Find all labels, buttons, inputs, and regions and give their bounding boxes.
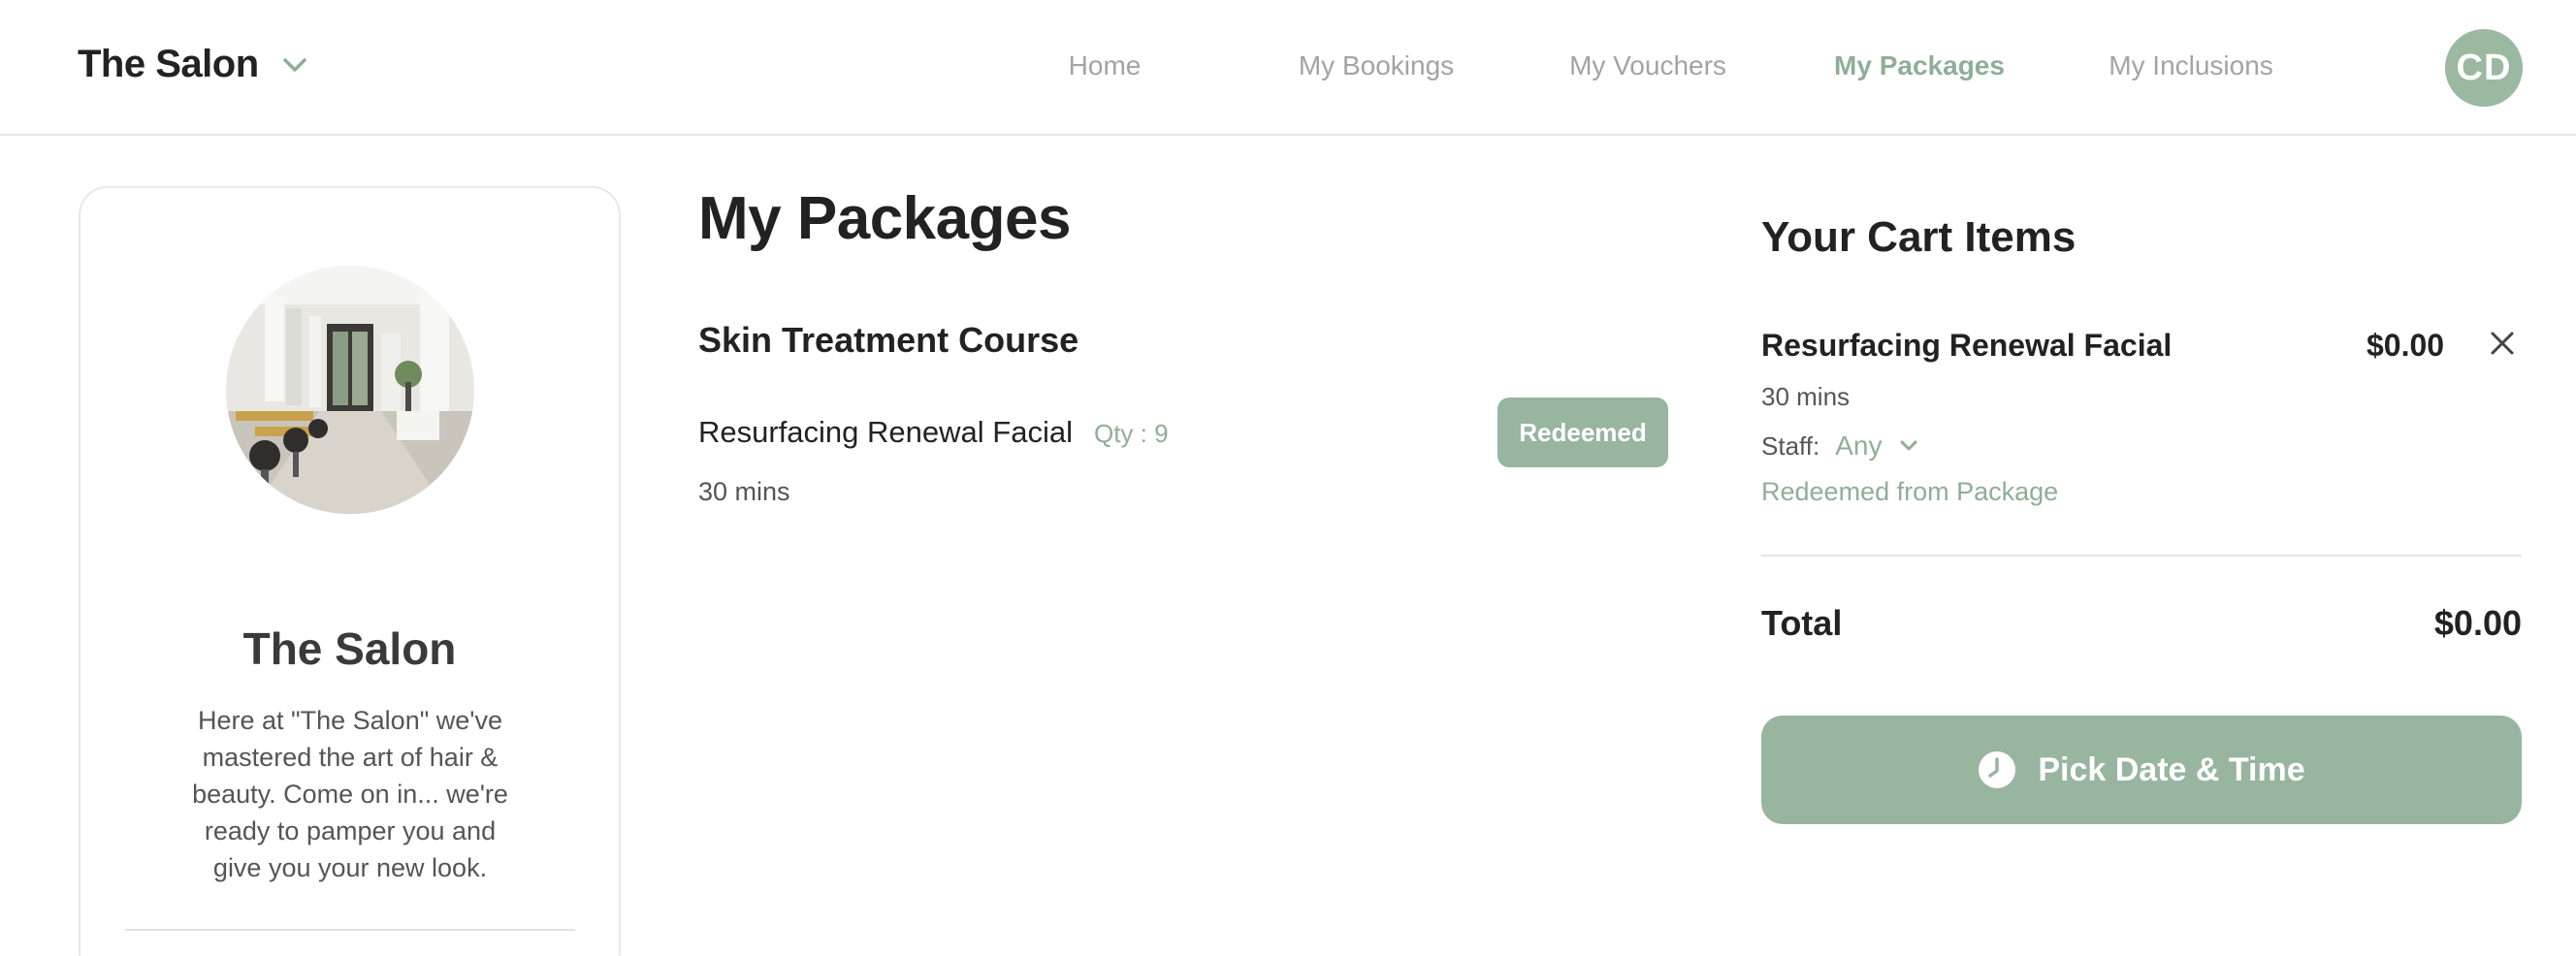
- staff-value: Any: [1835, 430, 1883, 461]
- package-item-name: Resurfacing Renewal Facial: [698, 415, 1073, 449]
- cart-item-duration: 30 mins: [1761, 382, 1851, 411]
- cart-item-name: Resurfacing Renewal Facial: [1761, 328, 2173, 363]
- redeemed-button[interactable]: Redeemed: [1497, 398, 1668, 467]
- nav-my-inclusions[interactable]: My Inclusions: [2109, 50, 2273, 81]
- nav-my-packages[interactable]: My Packages: [1834, 50, 2005, 81]
- nav-my-vouchers[interactable]: My Vouchers: [1569, 50, 1726, 81]
- cart-item-price: $0.00: [2367, 328, 2445, 363]
- total-value: $0.00: [2433, 603, 2522, 643]
- package-name: Skin Treatment Course: [698, 320, 1079, 360]
- package-item: Resurfacing Renewal Facial Qty : 9: [698, 415, 1169, 450]
- total-label: Total: [1761, 603, 1843, 643]
- pick-date-time-button[interactable]: Pick Date & Time: [1761, 716, 2522, 824]
- staff-select[interactable]: Any: [1835, 430, 1918, 462]
- salon-info-card: The Salon Here at "The Salon" we've mast…: [79, 186, 621, 956]
- package-item-duration: 30 mins: [698, 477, 790, 506]
- cart-divider: [1761, 555, 2522, 557]
- chevron-down-icon: [280, 50, 309, 80]
- salon-description: Here at "The Salon" we've mastered the a…: [192, 706, 508, 882]
- pick-date-time-label: Pick Date & Time: [2038, 750, 2305, 788]
- nav-home[interactable]: Home: [1069, 50, 1142, 81]
- close-icon[interactable]: [2485, 326, 2520, 361]
- card-divider: [125, 929, 575, 931]
- package-item-qty: Qty : 9: [1093, 419, 1169, 448]
- top-header: The Salon Home My Bookings My Vouchers M…: [0, 0, 2576, 136]
- page-title: My Packages: [698, 185, 1071, 252]
- salon-photo: [226, 266, 474, 514]
- nav-my-bookings[interactable]: My Bookings: [1299, 50, 1454, 81]
- chevron-down-icon: [1899, 436, 1918, 456]
- redeemed-note: Redeemed from Package: [1761, 477, 2059, 506]
- cart-title: Your Cart Items: [1761, 213, 2077, 261]
- clock-icon: [1978, 750, 2016, 789]
- brand-name: The Salon: [78, 43, 259, 85]
- salon-switcher[interactable]: The Salon: [78, 43, 309, 86]
- salon-title: The Salon: [242, 623, 457, 674]
- staff-row: Staff: Any: [1761, 430, 1918, 462]
- staff-label: Staff:: [1761, 430, 1820, 461]
- avatar[interactable]: CD: [2445, 29, 2523, 107]
